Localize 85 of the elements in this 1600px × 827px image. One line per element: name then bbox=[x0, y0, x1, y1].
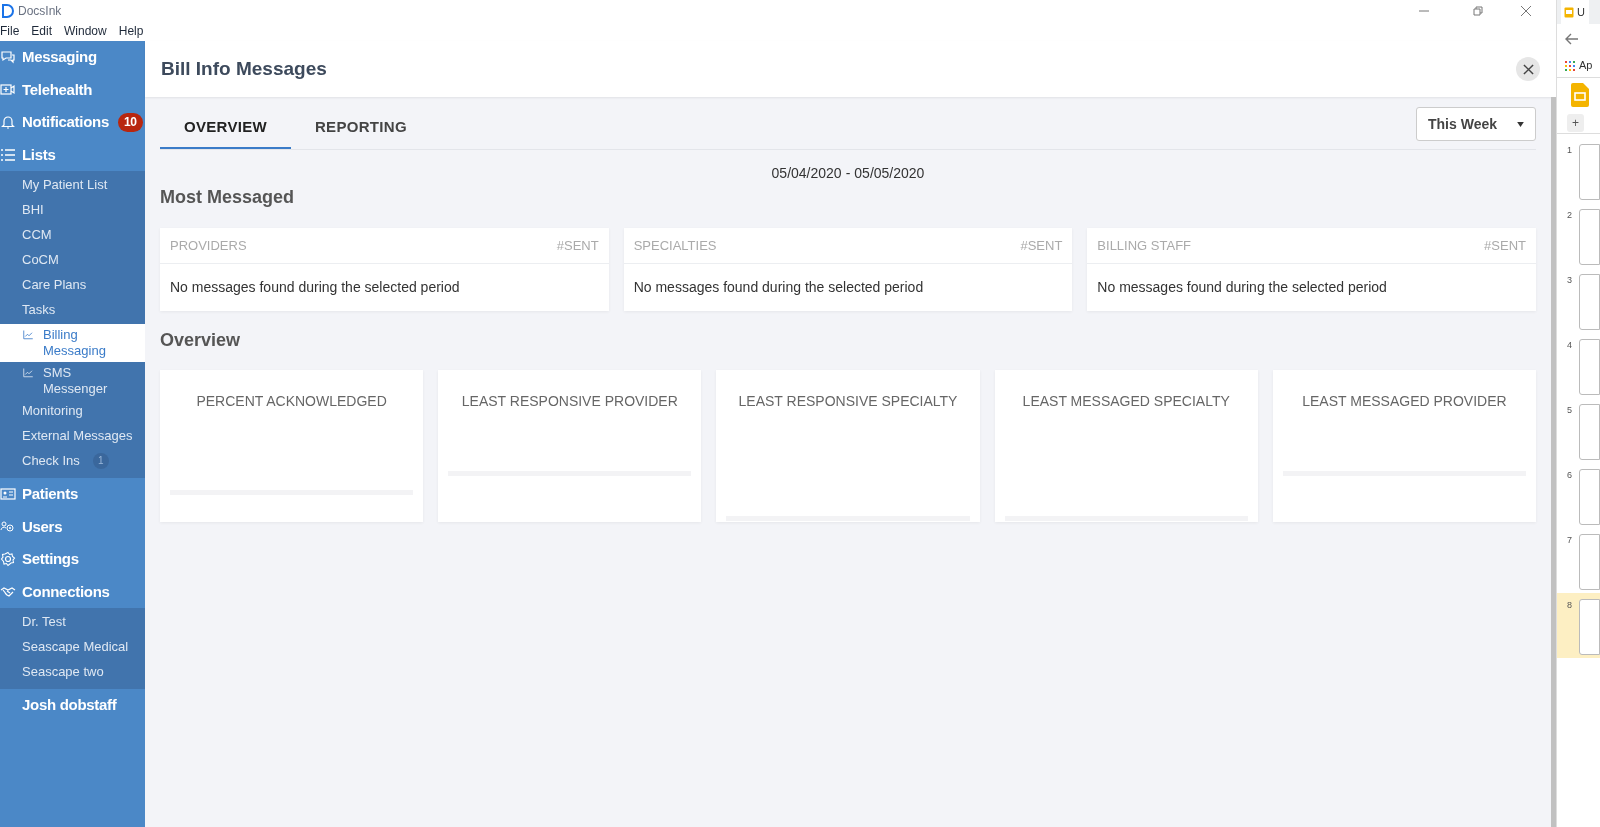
app-logo-icon bbox=[2, 3, 14, 18]
slides-icon bbox=[1564, 6, 1574, 18]
slide-thumbnail-row[interactable]: 6 bbox=[1557, 463, 1600, 528]
card-title: LEAST RESPONSIVE SPECIALTY bbox=[737, 392, 959, 411]
slide-thumbnail-row[interactable]: 8 bbox=[1557, 593, 1600, 658]
sidebar-subitem[interactable]: Seascape Medical bbox=[0, 636, 145, 661]
sidebar-subitem[interactable]: Check Ins 1 bbox=[0, 450, 145, 475]
sidebar-subitem[interactable]: Monitoring bbox=[0, 400, 145, 425]
sidebar-subitem[interactable]: CoCM bbox=[0, 249, 145, 274]
caret-icon bbox=[1517, 121, 1524, 127]
column-header: SPECIALTIES bbox=[633, 236, 717, 255]
close-button[interactable] bbox=[1516, 57, 1540, 81]
sidebar-item[interactable]: Patients bbox=[0, 478, 145, 511]
sidebar-item[interactable]: Telehealth bbox=[0, 73, 145, 106]
apps-grid-icon[interactable] bbox=[1565, 60, 1575, 71]
menu-item[interactable]: Window bbox=[64, 22, 107, 40]
column-header: #SENT bbox=[1020, 236, 1063, 255]
slide-thumbnail-row[interactable]: 7 bbox=[1557, 528, 1600, 593]
settings-icon bbox=[0, 551, 16, 568]
scrollbar[interactable] bbox=[1551, 97, 1556, 827]
slide-thumbnail-row[interactable]: 4 bbox=[1557, 333, 1600, 398]
sidebar-subitem[interactable]: Tasks bbox=[0, 299, 145, 324]
slide-thumbnail-row[interactable]: 2 bbox=[1557, 203, 1600, 268]
column-header: #SENT bbox=[556, 236, 599, 255]
bell-icon bbox=[0, 114, 16, 131]
slides-logo-icon bbox=[1571, 83, 1589, 107]
notification-badge: 10 bbox=[117, 112, 143, 132]
sidebar-item[interactable]: Notifications 10 bbox=[0, 106, 145, 139]
window-title: DocsInk bbox=[18, 2, 62, 20]
date-range-start: 05/04/2020 bbox=[771, 164, 842, 183]
slide-thumbnail-row[interactable]: 3 bbox=[1557, 268, 1600, 333]
close-icon bbox=[1522, 63, 1534, 75]
period-dropdown[interactable]: This Week bbox=[1416, 107, 1536, 141]
chat-bubbles-icon bbox=[0, 49, 16, 66]
sidebar-item[interactable]: Settings bbox=[0, 543, 145, 576]
bookmark-link[interactable]: Ap bbox=[1579, 57, 1593, 74]
slide-thumbnail bbox=[1579, 599, 1600, 655]
chart-icon bbox=[22, 329, 36, 341]
card-title: LEAST MESSAGED PROVIDER bbox=[1301, 392, 1508, 411]
count-badge: 1 bbox=[92, 453, 109, 469]
menu-item[interactable]: File bbox=[0, 22, 20, 40]
sidebar-subitem[interactable]: Dr. Test bbox=[0, 611, 145, 636]
column-header: BILLING STAFF bbox=[1097, 236, 1191, 255]
close-icon[interactable] bbox=[1520, 4, 1532, 17]
sidebar-item[interactable]: Messaging bbox=[0, 41, 145, 74]
video-plus-icon bbox=[0, 81, 16, 98]
section-title: Most Messaged bbox=[160, 186, 296, 209]
sidebar-item[interactable]: Josh dobstaff bbox=[0, 689, 145, 722]
sidebar-subitem[interactable]: Care Plans bbox=[0, 274, 145, 299]
sidebar-item[interactable]: Lists bbox=[0, 138, 145, 171]
empty-message: No messages found during the selected period bbox=[1097, 278, 1387, 297]
back-arrow-icon[interactable] bbox=[1565, 33, 1579, 45]
tab[interactable]: REPORTING bbox=[291, 107, 431, 149]
slide-thumbnail-row[interactable]: 1 bbox=[1557, 138, 1600, 203]
card-title: PERCENT ACKNOWLEDGED bbox=[195, 392, 388, 411]
section-title: Overview bbox=[160, 329, 242, 352]
sidebar-subitem[interactable]: My Patient List bbox=[0, 174, 145, 199]
column-header: #SENT bbox=[1484, 236, 1526, 255]
sidebar-subitem[interactable]: Billing Messaging bbox=[0, 324, 145, 362]
date-range-end: 05/05/2020 bbox=[854, 164, 925, 183]
column-header: PROVIDERS bbox=[170, 236, 247, 255]
tab[interactable]: OVERVIEW bbox=[160, 107, 291, 149]
list-icon bbox=[0, 146, 16, 163]
slide-thumbnail-row[interactable]: 5 bbox=[1557, 398, 1600, 463]
menu-item[interactable]: Edit bbox=[31, 22, 53, 40]
menu-item[interactable]: Help bbox=[118, 22, 144, 40]
browser-tab[interactable]: U bbox=[1561, 0, 1589, 24]
sidebar-subitem[interactable]: BHI bbox=[0, 199, 145, 224]
sidebar-subitem[interactable]: SMS Messenger bbox=[0, 362, 145, 400]
sidebar-subitem[interactable]: Seascape two bbox=[0, 661, 145, 686]
card-title: LEAST RESPONSIVE PROVIDER bbox=[460, 392, 679, 411]
sidebar-subitem[interactable]: External Messages bbox=[0, 425, 145, 450]
restore-icon[interactable] bbox=[1472, 4, 1484, 17]
sidebar-item[interactable]: Users bbox=[0, 510, 145, 543]
page-title: Bill Info Messages bbox=[161, 56, 327, 81]
users-icon bbox=[0, 518, 16, 535]
empty-message: No messages found during the selected period bbox=[170, 278, 460, 297]
card-title: LEAST MESSAGED SPECIALTY bbox=[1021, 392, 1231, 411]
new-slide-button[interactable]: + bbox=[1567, 113, 1584, 132]
date-separator: - bbox=[845, 164, 851, 183]
empty-message: No messages found during the selected period bbox=[633, 278, 924, 297]
sidebar-item[interactable]: Connections bbox=[0, 575, 145, 608]
chart-icon bbox=[22, 367, 36, 379]
sidebar-subitem[interactable]: CCM bbox=[0, 224, 145, 249]
id-card-icon bbox=[0, 486, 16, 503]
